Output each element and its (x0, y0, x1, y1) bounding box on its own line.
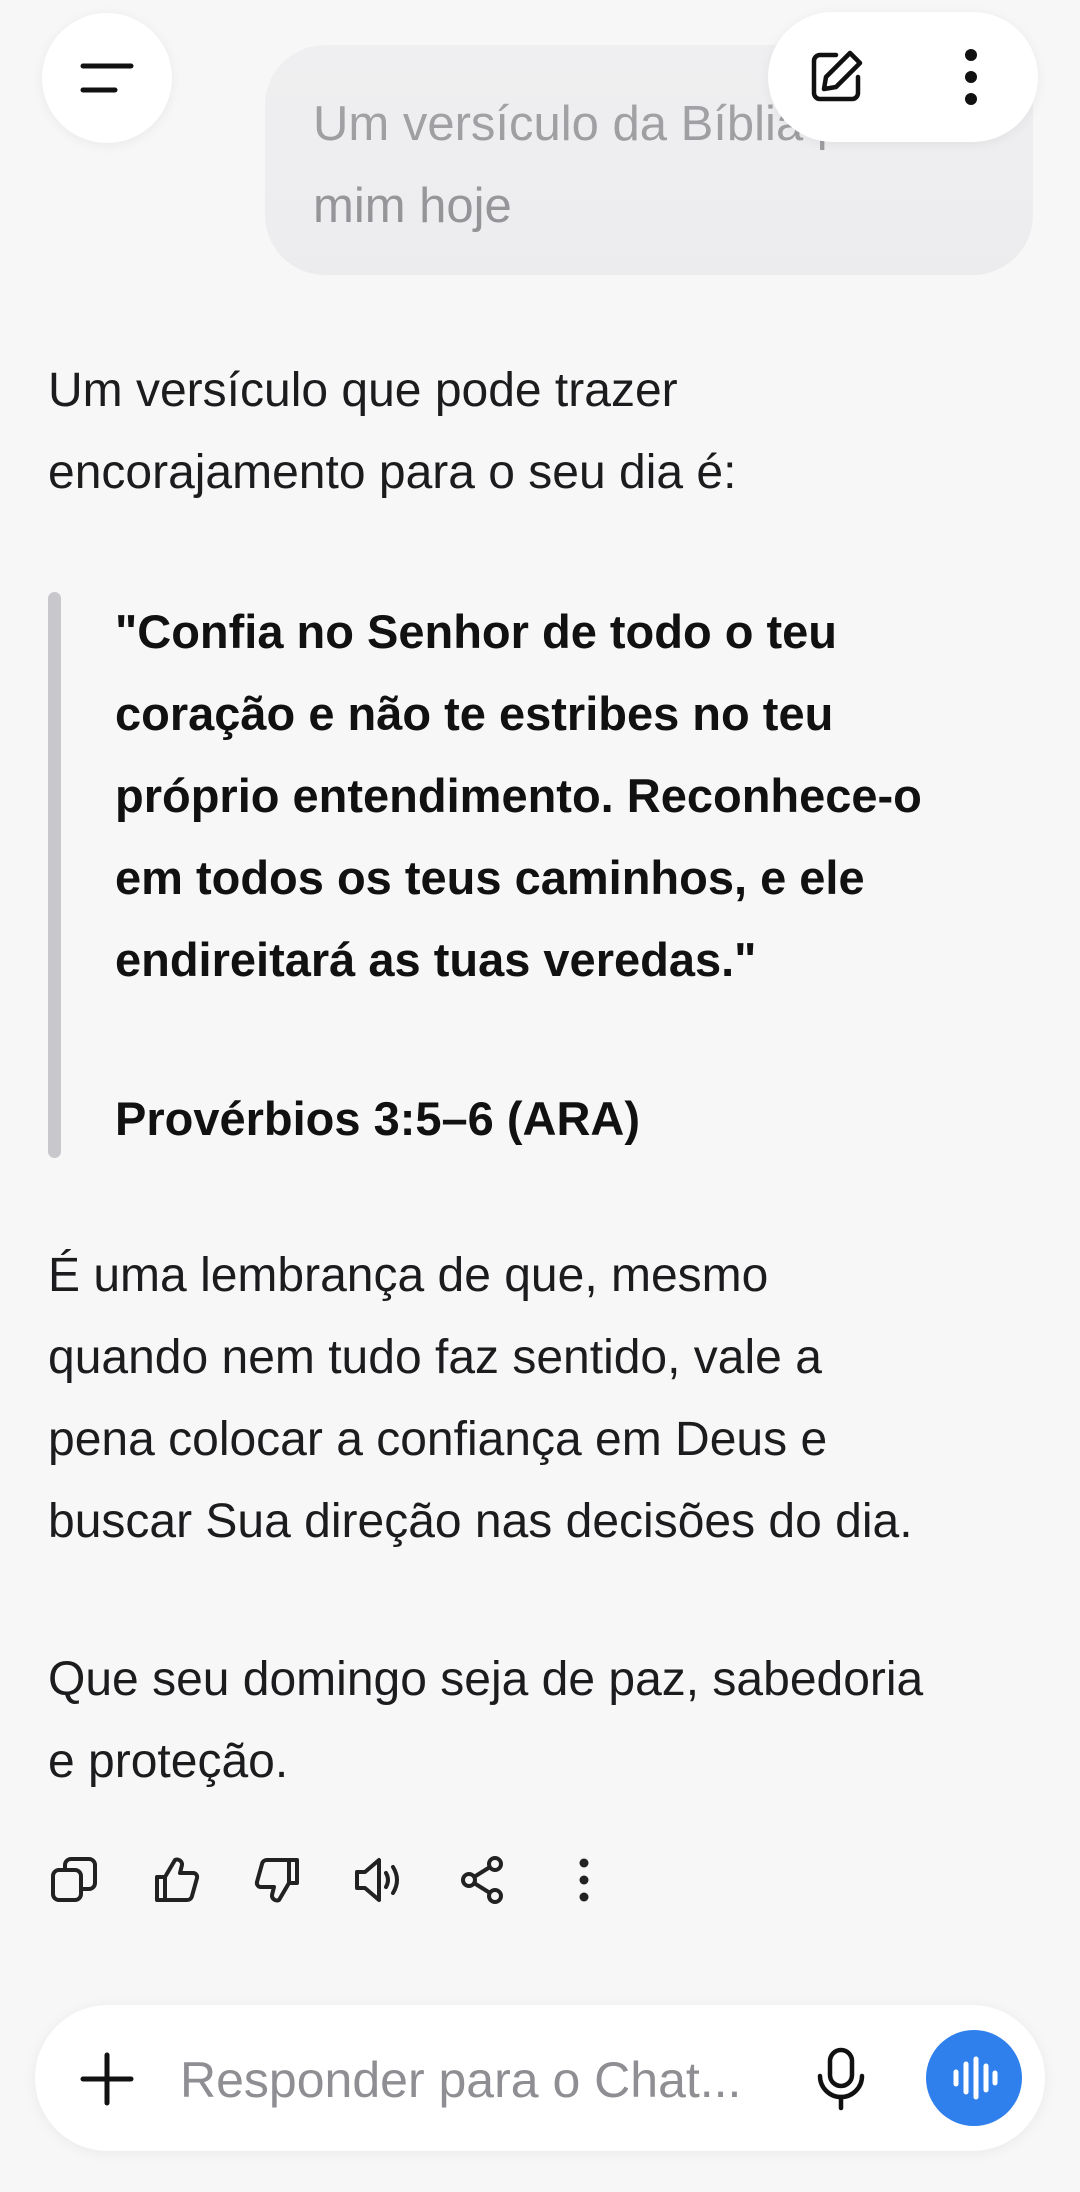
more-vertical-icon (579, 1858, 589, 1902)
assistant-reflection: É uma lembrança de que, mesmo quando nem… (48, 1235, 1038, 1563)
menu-button[interactable] (42, 13, 172, 143)
copy-button[interactable] (36, 1842, 112, 1918)
voice-mode-button[interactable] (926, 2030, 1022, 2126)
more-vertical-icon (964, 49, 977, 105)
closing-line: e proteção. (48, 1735, 289, 1788)
quote-line: coração e não te estribes no teu (115, 687, 834, 740)
microphone-icon (817, 2047, 865, 2111)
intro-line-2: encorajamento para o seu dia é: (48, 446, 737, 499)
share-button[interactable] (444, 1842, 520, 1918)
share-icon (461, 1856, 503, 1904)
thumbs-down-icon (254, 1858, 299, 1903)
reflection-line: buscar Sua direção nas decisões do dia. (48, 1495, 913, 1548)
quote-reference: Provérbios 3:5–6 (ARA) (115, 1092, 640, 1145)
plus-icon (80, 2052, 134, 2106)
intro-line-1: Um versículo que pode trazer (48, 364, 678, 417)
microphone-button[interactable] (800, 2036, 882, 2122)
quote-line: "Confia no Senhor de todo o teu (115, 605, 838, 658)
thumbs-down-button[interactable] (240, 1842, 316, 1918)
thumbs-up-icon (155, 1857, 200, 1902)
copy-icon (51, 1857, 97, 1902)
more-options-button[interactable] (903, 12, 1038, 142)
bible-quote: "Confia no Senhor de todo o teu coração … (115, 591, 1035, 1001)
user-message-line-2: mim hoje (313, 179, 512, 233)
thumbs-up-button[interactable] (138, 1842, 214, 1918)
voice-waveform-icon (953, 2056, 998, 2100)
reflection-line: quando nem tudo faz sentido, vale a (48, 1331, 822, 1384)
more-actions-button[interactable] (546, 1842, 622, 1918)
quote-line: endireitará as tuas veredas." (115, 933, 757, 986)
quote-line: em todos os teus caminhos, e ele (115, 851, 865, 904)
menu-icon (80, 63, 134, 93)
quote-line: próprio entendimento. Reconhece-o (115, 769, 922, 822)
reflection-line: É uma lembrança de que, mesmo (48, 1249, 769, 1302)
assistant-closing: Que seu domingo seja de paz, sabedoria e… (48, 1639, 1038, 1803)
reflection-line: pena colocar a confiança em Deus e (48, 1413, 828, 1466)
edit-icon (811, 50, 862, 102)
assistant-intro: Um versículo que pode trazer encorajamen… (48, 350, 1038, 514)
header-actions (768, 12, 1038, 142)
read-aloud-button[interactable] (342, 1842, 418, 1918)
closing-line: Que seu domingo seja de paz, sabedoria (48, 1653, 924, 1706)
message-input[interactable]: Responder para o Chat... (180, 2040, 780, 2120)
speaker-icon (355, 1858, 399, 1902)
blockquote-bar (48, 592, 61, 1158)
new-chat-button[interactable] (768, 12, 903, 142)
attach-button[interactable] (66, 2038, 148, 2120)
